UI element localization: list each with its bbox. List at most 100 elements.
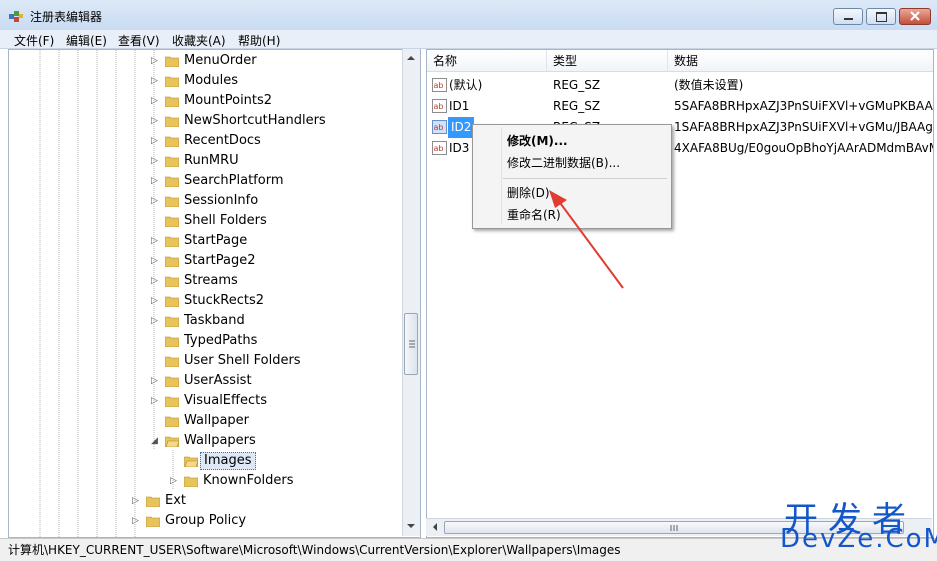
folder-open-icon [165, 436, 179, 447]
folder-icon [165, 276, 179, 287]
value-name: ID1 [449, 99, 470, 113]
folder-icon [165, 236, 179, 247]
expand-arrow-icon[interactable]: ▷ [132, 516, 140, 526]
folder-icon [165, 176, 179, 187]
folder-icon [165, 376, 179, 387]
tree-item-label: SearchPlatform [184, 173, 284, 188]
maximize-icon [876, 12, 887, 22]
grip-icon [409, 340, 415, 348]
folder-icon [165, 356, 179, 367]
column-header-name[interactable]: 名称 [427, 50, 547, 72]
expand-arrow-icon[interactable]: ▷ [151, 256, 159, 266]
folder-icon [165, 396, 179, 407]
reg-sz-icon: ab [432, 99, 447, 113]
tree-item-label: StuckRects2 [184, 293, 264, 308]
expand-arrow-icon[interactable]: ▷ [151, 56, 159, 66]
expand-arrow-icon[interactable]: ▷ [151, 296, 159, 306]
folder-icon [165, 196, 179, 207]
expand-arrow-icon[interactable]: ▷ [132, 496, 140, 506]
tree-item-label: Ext [165, 493, 187, 508]
value-data: 4XAFA8BUg/E0gouOpBhoYjAArADMdmBAvM [674, 141, 934, 155]
tree-item-label: Group Policy [165, 513, 247, 528]
menu-separator [503, 178, 667, 179]
expand-arrow-icon[interactable]: ▷ [170, 476, 178, 486]
expand-arrow-icon[interactable]: ▷ [151, 316, 159, 326]
value-type: REG_SZ [553, 78, 601, 92]
value-data: 5SAFA8BRHpxAZJ3PnSUiFXVl+vGMuPKBAAg [674, 99, 934, 113]
tree-vertical-scrollbar[interactable] [402, 49, 420, 536]
value-name: ID2 [448, 117, 475, 138]
expand-arrow-icon[interactable]: ▷ [151, 276, 159, 286]
tree-item-label: Taskband [184, 313, 245, 328]
context-menu-gutter [501, 127, 502, 224]
tree-item-label: UserAssist [184, 373, 252, 388]
values-list-pane[interactable]: 名称 类型 数据 ab (默认) REG_SZ (数值未设置) ab ID1 R… [426, 49, 934, 538]
expand-arrow-icon[interactable]: ▷ [151, 396, 159, 406]
scroll-left-icon[interactable] [428, 519, 442, 535]
expand-arrow-icon[interactable]: ▷ [151, 136, 159, 146]
tree-item-label: Images [200, 452, 256, 470]
tree-item-label: RecentDocs [184, 133, 261, 148]
expand-arrow-icon[interactable]: ▷ [151, 376, 159, 386]
expand-arrow-icon[interactable]: ▷ [151, 76, 159, 86]
value-data: (数值未设置) [674, 78, 744, 92]
tree-item-label: MenuOrder [184, 53, 257, 68]
menu-bar: 文件(F) 编辑(E) 查看(V) 收藏夹(A) 帮助(H) [0, 30, 937, 49]
key-tree-pane[interactable]: ▷ MenuOrder ▷ Modules ▷ MountPoints2 ▷ N… [8, 49, 421, 538]
menu-edit[interactable]: 编辑(E) [66, 32, 107, 49]
expand-arrow-icon[interactable]: ▷ [151, 116, 159, 126]
scroll-up-icon[interactable] [403, 51, 419, 65]
tree-item-label: TypedPaths [184, 333, 258, 348]
expand-arrow-icon[interactable]: ▷ [151, 236, 159, 246]
folder-icon [165, 76, 179, 87]
tree-item-label: SessionInfo [184, 193, 259, 208]
value-name: ID3 [449, 141, 470, 155]
menu-help[interactable]: 帮助(H) [238, 32, 280, 49]
expand-arrow-icon[interactable]: ▷ [151, 176, 159, 186]
tree-item-label: VisualEffects [184, 393, 267, 408]
folder-icon [165, 296, 179, 307]
scrollbar-thumb[interactable] [404, 313, 418, 375]
menu-favorites[interactable]: 收藏夹(A) [172, 32, 226, 49]
folder-icon [165, 416, 179, 427]
maximize-button[interactable] [866, 8, 896, 25]
title-bar: 注册表编辑器 [0, 0, 937, 31]
value-row-id1[interactable]: ab ID1 REG_SZ 5SAFA8BRHpxAZJ3PnSUiFXVl+v… [427, 96, 933, 117]
reg-sz-icon: ab [432, 141, 447, 155]
folder-icon [165, 256, 179, 267]
menu-item-delete[interactable]: 删除(D) [507, 184, 550, 201]
menu-file[interactable]: 文件(F) [14, 32, 54, 49]
minimize-icon [844, 18, 853, 20]
folder-icon [146, 516, 160, 527]
svg-text:ab: ab [434, 144, 444, 153]
value-row-default[interactable]: ab (默认) REG_SZ (数值未设置) [427, 75, 933, 96]
svg-text:ab: ab [434, 81, 444, 90]
expand-arrow-icon[interactable]: ▷ [151, 156, 159, 166]
svg-text:ab: ab [434, 102, 444, 111]
menu-view[interactable]: 查看(V) [118, 32, 160, 49]
folder-icon [165, 136, 179, 147]
close-icon [910, 11, 920, 21]
tree-item-label: RunMRU [184, 153, 239, 168]
expand-arrow-icon[interactable]: ▷ [151, 96, 159, 106]
value-data: 1SAFA8BRHpxAZJ3PnSUiFXVl+vGMu/JBAAgC [674, 120, 934, 134]
menu-item-modify-binary[interactable]: 修改二进制数据(B)... [507, 154, 620, 171]
scroll-down-icon[interactable] [403, 519, 419, 533]
column-header-data[interactable]: 数据 [668, 50, 933, 72]
tree-item-label: Streams [184, 273, 238, 288]
tree-item-label: User Shell Folders [184, 353, 301, 368]
expand-arrow-icon[interactable]: ▷ [151, 196, 159, 206]
value-name: (默认) [449, 78, 483, 92]
tree-item-label: KnownFolders [203, 473, 294, 488]
tree-item-label: NewShortcutHandlers [184, 113, 326, 128]
watermark-domain: DevZe.CoM [780, 524, 937, 554]
column-header-type[interactable]: 类型 [547, 50, 668, 72]
folder-icon [165, 96, 179, 107]
tree-item-label: StartPage2 [184, 253, 256, 268]
collapse-arrow-icon[interactable]: ◢ [151, 436, 159, 446]
reg-sz-icon: ab [432, 78, 447, 92]
minimize-button[interactable] [833, 8, 863, 25]
folder-icon [165, 216, 179, 227]
menu-item-modify[interactable]: 修改(M)... [507, 132, 568, 149]
close-button[interactable] [899, 8, 931, 25]
